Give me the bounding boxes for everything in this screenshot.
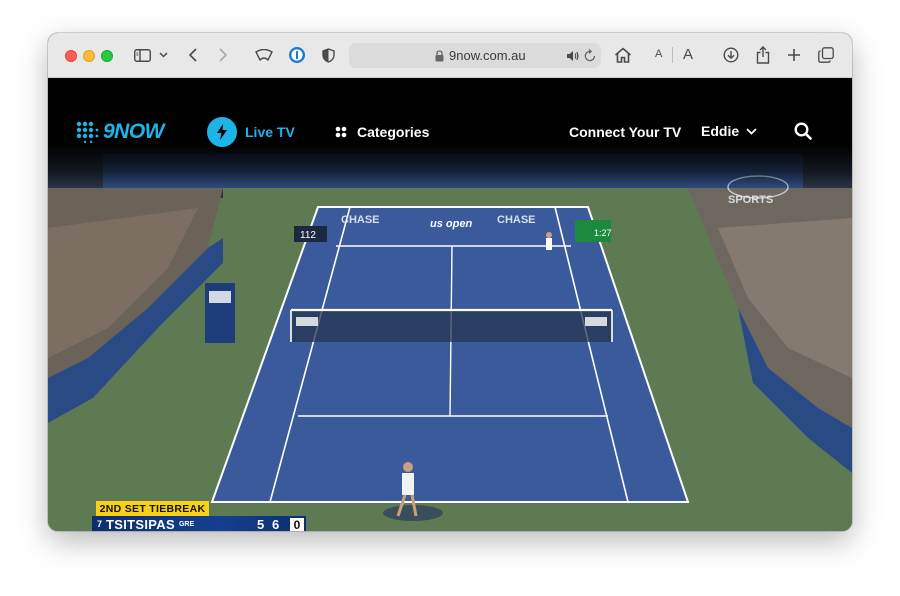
- grid-icon: [335, 126, 347, 138]
- sponsor-2: us open: [430, 218, 472, 230]
- search-icon[interactable]: [794, 122, 812, 145]
- divider: [672, 47, 673, 63]
- address-bar[interactable]: 9now.com.au: [349, 43, 601, 68]
- dots-logo-icon: [76, 121, 99, 143]
- onepassword-icon[interactable]: [287, 44, 307, 66]
- lock-icon: [435, 49, 444, 67]
- share-icon[interactable]: [754, 44, 772, 66]
- sponsor-1: CHASE: [341, 214, 380, 226]
- 9now-logo[interactable]: 9NOW: [76, 120, 165, 144]
- browser-window: 9now.com.au A A 112 1:27 CHASE us open C…: [48, 33, 852, 531]
- connect-tv-link[interactable]: Connect Your TV: [569, 124, 681, 140]
- game-score: 0: [290, 518, 304, 531]
- tiebreak-banner: 2ND SET TIEBREAK: [96, 501, 209, 516]
- watermark-text: SPORTS: [728, 194, 773, 205]
- home-icon[interactable]: [613, 44, 633, 66]
- reload-icon[interactable]: [584, 49, 596, 67]
- text-larger-button[interactable]: A: [683, 46, 693, 63]
- tab-overview-icon[interactable]: [817, 44, 835, 66]
- speaker-icon[interactable]: [566, 49, 579, 67]
- player-country: GRE: [178, 520, 195, 528]
- video-player[interactable]: 112 1:27 CHASE us open CHASE SPORTS 9NOW…: [48, 78, 852, 531]
- categories-button[interactable]: Categories: [335, 124, 429, 140]
- url-text: 9now.com.au: [449, 48, 526, 63]
- download-icon[interactable]: [722, 44, 740, 66]
- live-tv-button[interactable]: Live TV: [207, 117, 295, 147]
- text-smaller-button[interactable]: A: [655, 48, 662, 60]
- back-icon[interactable]: [186, 44, 200, 66]
- lightning-icon: [207, 117, 237, 147]
- shield-icon[interactable]: [319, 44, 337, 66]
- live-tv-label: Live TV: [245, 124, 295, 140]
- set-2-score: 6: [272, 517, 280, 531]
- user-name: Eddie: [701, 123, 740, 139]
- minimize-window-button[interactable]: [83, 50, 95, 62]
- set-1-score: 5: [257, 517, 265, 531]
- site-nav: 9NOW Live TV Categories Connect Your TV …: [48, 78, 852, 188]
- chevron-down-icon[interactable]: [157, 44, 169, 66]
- sidebar-icon[interactable]: [132, 44, 152, 66]
- zoom-window-button[interactable]: [101, 50, 113, 62]
- close-window-button[interactable]: [65, 50, 77, 62]
- categories-label: Categories: [357, 124, 430, 140]
- player-name: TSITSIPAS: [106, 516, 175, 532]
- forward-icon[interactable]: [216, 44, 230, 66]
- new-tab-icon[interactable]: [785, 44, 803, 66]
- player-seed: 7: [97, 519, 103, 529]
- chevron-down-icon: [746, 127, 757, 135]
- logo-text: 9NOW: [103, 120, 165, 143]
- browser-toolbar: 9now.com.au A A: [48, 33, 852, 78]
- ublock-icon[interactable]: [254, 44, 274, 66]
- court-board-left: 112: [300, 230, 316, 241]
- court-board-right: 1:27: [594, 228, 612, 238]
- user-menu[interactable]: Eddie: [701, 123, 757, 139]
- score-bar: 7 TSITSIPAS GRE 5 6 0: [92, 516, 306, 531]
- sponsor-3: CHASE: [497, 214, 536, 226]
